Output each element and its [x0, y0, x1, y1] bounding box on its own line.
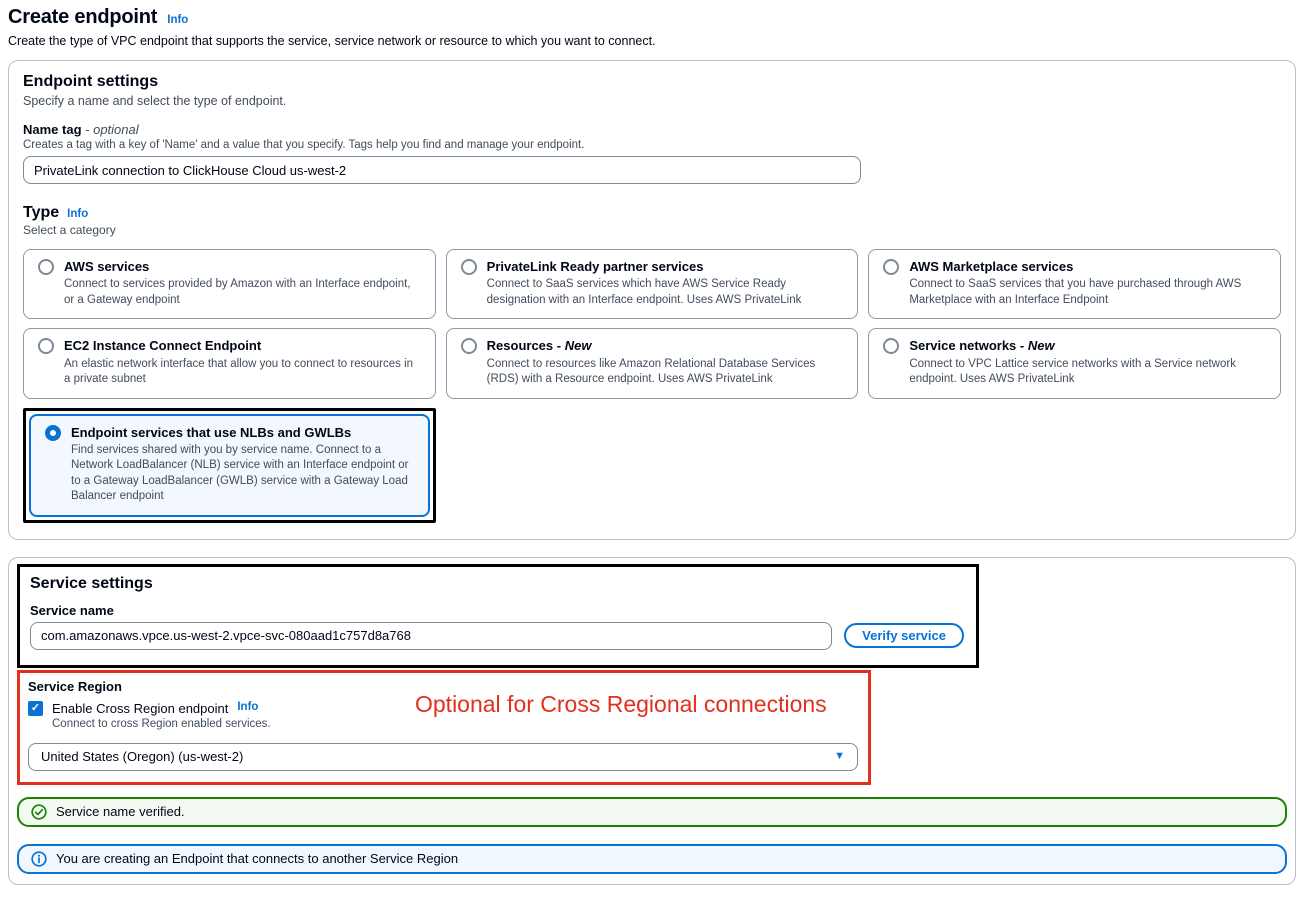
name-tag-input[interactable]: [23, 156, 861, 184]
radio-button-icon[interactable]: [883, 259, 899, 275]
page-info-link[interactable]: Info: [167, 14, 188, 26]
name-tag-optional-text: - optional: [85, 122, 138, 137]
type-option-privatelink-partner-services[interactable]: PrivateLink Ready partner services Conne…: [446, 249, 859, 319]
service-name-input[interactable]: [30, 622, 832, 650]
option-title: Service networks - New: [909, 338, 1266, 354]
cross-region-checkbox[interactable]: [28, 701, 43, 716]
endpoint-settings-heading: Endpoint settings: [23, 73, 1281, 91]
radio-button-icon[interactable]: [461, 338, 477, 354]
type-option-aws-marketplace-services[interactable]: AWS Marketplace services Connect to SaaS…: [868, 249, 1281, 319]
region-select-value: United States (Oregon) (us-west-2): [41, 749, 243, 764]
cross-region-annotation-text: Optional for Cross Regional connections: [415, 691, 827, 718]
type-section-header: Type Info: [23, 204, 1281, 222]
option-description: Connect to SaaS services that you have p…: [909, 277, 1266, 308]
radio-button-icon[interactable]: [461, 259, 477, 275]
cross-region-info-link[interactable]: Info: [237, 701, 258, 713]
option-description: Connect to resources like Amazon Relatio…: [487, 357, 844, 388]
service-settings-annotation-box: Service settings Service name Verify ser…: [17, 564, 979, 668]
service-name-label: Service name: [30, 603, 964, 618]
radio-button-icon[interactable]: [883, 338, 899, 354]
success-alert: Service name verified.: [17, 797, 1287, 827]
option-new-badge: - New: [557, 338, 592, 353]
success-alert-text: Service name verified.: [56, 804, 185, 819]
option-title: PrivateLink Ready partner services: [487, 259, 844, 275]
service-region-annotation-box: Service Region Enable Cross Region endpo…: [17, 670, 871, 785]
endpoint-settings-description: Specify a name and select the type of en…: [23, 94, 1281, 108]
type-option-resources[interactable]: Resources - New Connect to resources lik…: [446, 328, 859, 398]
option-title: Resources - New: [487, 338, 844, 354]
option-title: EC2 Instance Connect Endpoint: [64, 338, 421, 354]
type-heading: Type: [23, 204, 59, 222]
check-circle-icon: [31, 804, 47, 820]
endpoint-settings-panel: Endpoint settings Specify a name and sel…: [8, 60, 1296, 540]
verify-service-button[interactable]: Verify service: [844, 623, 964, 648]
option-title: AWS Marketplace services: [909, 259, 1266, 275]
chevron-down-icon: [834, 751, 845, 762]
option-description: Connect to services provided by Amazon w…: [64, 277, 421, 308]
option-title: AWS services: [64, 259, 421, 275]
region-select[interactable]: United States (Oregon) (us-west-2): [28, 743, 858, 771]
cross-region-checkbox-label: Enable Cross Region endpoint: [52, 701, 228, 716]
selected-type-annotation-box: Endpoint services that use NLBs and GWLB…: [23, 408, 436, 523]
info-circle-icon: [31, 851, 47, 867]
page-header: Create endpoint Info: [8, 4, 1296, 29]
info-alert: You are creating an Endpoint that connec…: [17, 844, 1287, 874]
name-tag-label: Name tag - optional: [23, 122, 1281, 137]
option-description: Connect to VPC Lattice service networks …: [909, 357, 1266, 388]
option-title: Endpoint services that use NLBs and GWLB…: [71, 425, 414, 441]
type-options-grid: AWS services Connect to services provide…: [23, 249, 1281, 523]
radio-button-icon[interactable]: [38, 338, 54, 354]
option-description: Find services shared with you by service…: [71, 443, 414, 505]
type-option-service-networks[interactable]: Service networks - New Connect to VPC La…: [868, 328, 1281, 398]
type-info-link[interactable]: Info: [67, 208, 88, 220]
type-option-aws-services[interactable]: AWS services Connect to services provide…: [23, 249, 436, 319]
option-description: Connect to SaaS services which have AWS …: [487, 277, 844, 308]
cross-region-hint: Connect to cross Region enabled services…: [52, 718, 858, 730]
option-new-badge: - New: [1020, 338, 1055, 353]
name-tag-label-text: Name tag: [23, 122, 82, 137]
type-option-endpoint-services-nlb-gwlb[interactable]: Endpoint services that use NLBs and GWLB…: [29, 414, 430, 517]
name-tag-hint: Creates a tag with a key of 'Name' and a…: [23, 139, 1281, 151]
option-title-text: Service networks: [909, 338, 1016, 353]
radio-button-icon[interactable]: [38, 259, 54, 275]
create-endpoint-page: Create endpoint Info Create the type of …: [0, 0, 1304, 912]
page-subtitle: Create the type of VPC endpoint that sup…: [8, 34, 1296, 48]
service-settings-heading: Service settings: [30, 575, 964, 593]
type-option-ec2-instance-connect[interactable]: EC2 Instance Connect Endpoint An elastic…: [23, 328, 436, 398]
info-alert-text: You are creating an Endpoint that connec…: [56, 851, 458, 866]
option-title-text: Resources: [487, 338, 553, 353]
option-description: An elastic network interface that allow …: [64, 357, 421, 388]
type-description: Select a category: [23, 223, 1281, 237]
radio-button-selected-icon[interactable]: [45, 425, 61, 441]
page-title: Create endpoint: [8, 6, 157, 29]
